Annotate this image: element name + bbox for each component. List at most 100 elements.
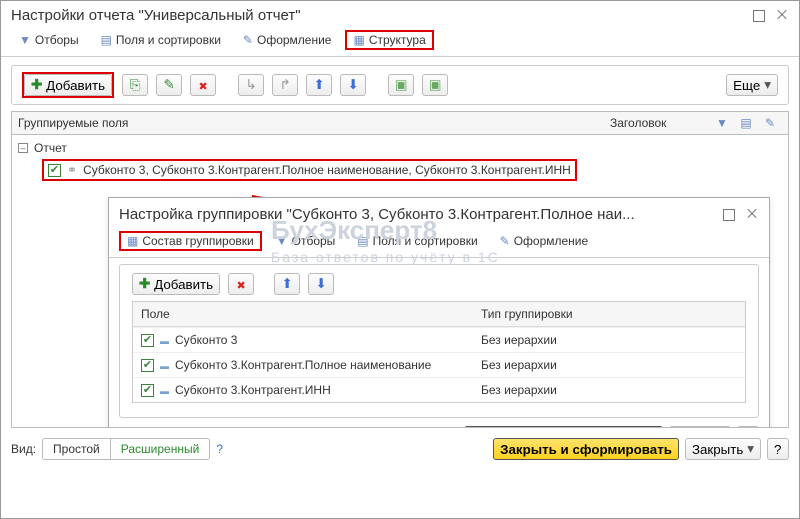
brush-icon: ✎ bbox=[243, 33, 253, 47]
funnel-icon: ▼ bbox=[276, 234, 288, 248]
sub-grid-header: Поле Тип группировки bbox=[133, 302, 745, 327]
col-filter-icon[interactable]: ▼ bbox=[710, 116, 734, 130]
group-icon: ⎘ bbox=[130, 77, 141, 93]
paste-button[interactable] bbox=[422, 74, 448, 96]
sub-maximize-icon[interactable] bbox=[723, 209, 735, 221]
move-right-icon bbox=[279, 77, 290, 93]
group-fields-text: Субконто 3, Субконто 3.Контрагент.Полное… bbox=[83, 163, 571, 177]
col-title: Заголовок bbox=[610, 116, 710, 130]
arrow-up-icon bbox=[281, 276, 292, 292]
sub-close-icon[interactable] bbox=[747, 209, 759, 221]
sub-move-down-button[interactable] bbox=[308, 273, 334, 295]
sub-tabs: ▦Состав группировки ▼Отборы ▤Поля и сорт… bbox=[109, 231, 769, 258]
sub-add-button[interactable]: ✚Добавить bbox=[132, 273, 220, 295]
sub-col-field: Поле bbox=[141, 307, 481, 321]
check-icon[interactable]: ✔ bbox=[48, 164, 61, 177]
close-button[interactable]: Закрыть bbox=[685, 438, 761, 460]
delete-button[interactable] bbox=[190, 74, 216, 96]
group-button[interactable]: ⎘ bbox=[122, 74, 148, 96]
main-tabs: ▼Отборы ▤Поля и сортировки ✎Оформление ▦… bbox=[1, 30, 799, 57]
edit-button[interactable] bbox=[156, 74, 182, 96]
grid-header: Группируемые поля Заголовок ▼ ▤ ✎ bbox=[11, 111, 789, 134]
collapse-icon[interactable]: – bbox=[18, 143, 28, 153]
field-icon bbox=[160, 333, 169, 347]
titlebar: Настройки отчета "Универсальный отчет" bbox=[1, 1, 799, 30]
chain-icon bbox=[67, 163, 77, 177]
sub-grid: Поле Тип группировки ✔Субконто 3 Без иер… bbox=[132, 301, 746, 403]
field-icon bbox=[160, 383, 169, 397]
field-icon bbox=[160, 358, 169, 372]
tab-fields[interactable]: ▤Поля и сортировки bbox=[93, 30, 229, 50]
move-left-button[interactable] bbox=[238, 74, 264, 96]
plus-icon: ✚ bbox=[139, 276, 150, 292]
delete-icon bbox=[198, 78, 207, 93]
sub-frame: ✚Добавить Поле Тип группировки ✔Субконто… bbox=[119, 264, 759, 418]
settings-window: Настройки отчета "Универсальный отчет" ▼… bbox=[0, 0, 800, 519]
col-fields-icon[interactable]: ▤ bbox=[734, 116, 758, 130]
sub-move-up-button[interactable] bbox=[274, 273, 300, 295]
pencil-icon bbox=[163, 77, 174, 93]
move-up-button[interactable] bbox=[306, 74, 332, 96]
check-icon[interactable]: ✔ bbox=[141, 384, 154, 397]
arrow-down-icon bbox=[315, 276, 326, 292]
footer: Вид: Простой Расширенный ? Закрыть и сфо… bbox=[1, 428, 799, 470]
maximize-icon[interactable] bbox=[753, 10, 765, 22]
table-row[interactable]: ✔Субконто 3.Контрагент.ИНН Без иерархии bbox=[133, 377, 745, 402]
window-title: Настройки отчета "Универсальный отчет" bbox=[11, 7, 753, 24]
footer-help-button[interactable]: ? bbox=[767, 438, 789, 460]
brush-icon: ✎ bbox=[500, 234, 510, 248]
more-button[interactable]: Еще bbox=[726, 74, 778, 96]
move-down-button[interactable] bbox=[340, 74, 366, 96]
col-group-fields: Группируемые поля bbox=[18, 116, 610, 130]
delete-icon bbox=[236, 277, 245, 292]
funnel-icon: ▼ bbox=[19, 33, 31, 47]
help-button[interactable]: ? bbox=[737, 426, 759, 428]
paste-icon bbox=[429, 77, 442, 93]
finish-edit-button[interactable]: Завершить редактирование bbox=[464, 426, 663, 428]
sub-titlebar: Настройка группировки "Субконто 3, Субко… bbox=[109, 198, 769, 231]
close-and-form-button[interactable]: Закрыть и сформировать bbox=[493, 438, 679, 460]
sub-tab-design[interactable]: ✎Оформление bbox=[492, 231, 597, 251]
arrow-down-icon bbox=[347, 77, 358, 93]
view-simple[interactable]: Простой bbox=[43, 439, 110, 459]
arrow-up-icon bbox=[313, 77, 324, 93]
sub-title: Настройка группировки "Субконто 3, Субко… bbox=[119, 206, 723, 223]
structure-grid: – Отчет ✔ Субконто 3, Субконто 3.Контраг… bbox=[11, 134, 789, 428]
fields-icon: ▤ bbox=[101, 33, 112, 47]
sub-delete-button[interactable] bbox=[228, 273, 254, 295]
main-toolbar: ✚Добавить ⎘ Еще bbox=[11, 65, 789, 105]
group-row[interactable]: ✔ Субконто 3, Субконто 3.Контрагент.Полн… bbox=[42, 157, 782, 183]
sub-tab-filters[interactable]: ▼Отборы bbox=[268, 231, 344, 251]
copy-button[interactable] bbox=[388, 74, 414, 96]
view-label: Вид: bbox=[11, 442, 36, 456]
footer-help-link[interactable]: ? bbox=[216, 442, 223, 456]
move-left-icon bbox=[245, 77, 256, 93]
col-design-icon[interactable]: ✎ bbox=[758, 116, 782, 130]
group-tab-icon: ▦ bbox=[127, 234, 138, 248]
tab-structure[interactable]: ▦Структура bbox=[345, 30, 433, 50]
root-label: Отчет bbox=[34, 141, 67, 155]
sub-col-type: Тип группировки bbox=[481, 307, 737, 321]
window-controls bbox=[753, 10, 789, 22]
table-row[interactable]: ✔Субконто 3.Контрагент.Полное наименован… bbox=[133, 352, 745, 377]
add-button[interactable]: ✚Добавить bbox=[24, 74, 112, 96]
tab-design[interactable]: ✎Оформление bbox=[235, 30, 340, 50]
sub-tab-fields[interactable]: ▤Поля и сортировки bbox=[349, 231, 485, 251]
cancel-button[interactable]: Отмена bbox=[669, 426, 731, 428]
close-icon[interactable] bbox=[777, 10, 789, 22]
sub-footer: Завершить редактирование Отмена ? bbox=[109, 418, 769, 428]
plus-icon: ✚ bbox=[31, 77, 42, 93]
view-advanced[interactable]: Расширенный bbox=[110, 439, 210, 459]
copy-icon bbox=[395, 77, 408, 93]
sub-toolbar: ✚Добавить bbox=[120, 265, 758, 295]
root-row[interactable]: – Отчет bbox=[18, 139, 782, 157]
check-icon[interactable]: ✔ bbox=[141, 359, 154, 372]
check-icon[interactable]: ✔ bbox=[141, 334, 154, 347]
move-right-button[interactable] bbox=[272, 74, 298, 96]
grouping-subwindow: Настройка группировки "Субконто 3, Субко… bbox=[108, 197, 770, 428]
table-row[interactable]: ✔Субконто 3 Без иерархии bbox=[133, 327, 745, 352]
fields-icon: ▤ bbox=[357, 234, 368, 248]
structure-icon: ▦ bbox=[353, 33, 364, 47]
sub-tab-group[interactable]: ▦Состав группировки bbox=[119, 231, 262, 251]
tab-filters[interactable]: ▼Отборы bbox=[11, 30, 87, 50]
